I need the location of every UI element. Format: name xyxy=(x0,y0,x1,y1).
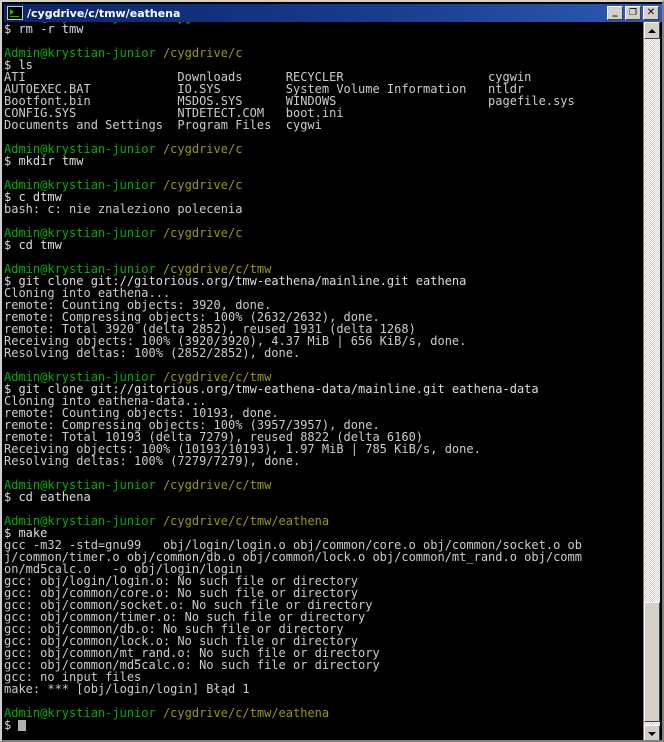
prompt-symbol: $ xyxy=(4,718,19,732)
command-text: cd eathena xyxy=(18,490,91,504)
output-text: Documents and Settings Program Files cyg… xyxy=(4,118,322,132)
prompt-userhost: Admin@krystian-junior xyxy=(4,706,156,720)
output-line: bash: c: nie znaleziono polecenia xyxy=(4,203,582,215)
output-line: Resolving deltas: 100% (7279/7279), done… xyxy=(4,455,582,467)
title-bar[interactable]: /cygdrive/c/tmw/eathena _ ❐ ✕ xyxy=(4,4,662,22)
prompt-path: /cygdrive/c xyxy=(162,178,243,192)
prompt-line: Admin@krystian-junior /cygdrive/c xyxy=(4,227,582,239)
prompt-path: /cygdrive/c xyxy=(162,226,243,240)
scrollbar-track[interactable] xyxy=(644,39,660,725)
prompt-path: /cygdrive/c/tmw/eathena xyxy=(162,514,330,528)
terminal-window: /cygdrive/c/tmw/eathena _ ❐ ✕ Admin@krys… xyxy=(0,0,664,742)
output-line: Resolving deltas: 100% (2852/2852), done… xyxy=(4,347,582,359)
scroll-down-button[interactable] xyxy=(644,725,660,740)
command-text: rm -r tmw xyxy=(18,22,84,36)
terminal-cursor xyxy=(18,720,27,731)
command-line: $ rm -r tmw xyxy=(4,23,582,35)
command-line: $ cd tmw xyxy=(4,239,582,251)
output-text: Resolving deltas: 100% (7279/7279), done… xyxy=(4,454,301,468)
scroll-up-icon xyxy=(648,28,656,33)
close-button[interactable]: ✕ xyxy=(643,6,659,20)
output-text: make: *** [obj/login/login] Błąd 1 xyxy=(4,682,250,696)
console-icon xyxy=(7,6,23,20)
prompt-path: /cygdrive/c/tmw/eathena xyxy=(162,706,330,720)
prompt-line: Admin@krystian-junior /cygdrive/c/tmw/ea… xyxy=(4,515,582,527)
command-line: $ xyxy=(4,719,582,731)
prompt-line: Admin@krystian-junior /cygdrive/c xyxy=(4,143,582,155)
prompt-line: Admin@krystian-junior /cygdrive/c/tmw/ea… xyxy=(4,707,582,719)
window-title: /cygdrive/c/tmw/eathena xyxy=(27,6,181,20)
output-line: make: *** [obj/login/login] Błąd 1 xyxy=(4,683,582,695)
output-line: Documents and Settings Program Files cyg… xyxy=(4,119,582,131)
prompt-path: /cygdrive/c/tmw xyxy=(162,478,272,492)
minimize-icon: _ xyxy=(612,6,618,17)
output-text: Resolving deltas: 100% (2852/2852), done… xyxy=(4,346,301,360)
close-icon: ✕ xyxy=(646,7,656,18)
minimize-button[interactable]: _ xyxy=(607,6,623,20)
scroll-down-icon xyxy=(648,731,656,736)
command-line: $ cd eathena xyxy=(4,491,582,503)
vertical-scrollbar[interactable] xyxy=(643,22,660,740)
command-line: $ mkdir tmw xyxy=(4,155,582,167)
command-text: cd tmw xyxy=(18,238,62,252)
terminal-output: Admin@krystian-junior /cygdrive/c$ rm -r… xyxy=(4,22,582,731)
output-text: bash: c: nie znaleziono polecenia xyxy=(4,202,243,216)
restore-icon: ❐ xyxy=(628,7,638,18)
prompt-line: Admin@krystian-junior /cygdrive/c xyxy=(4,47,582,59)
prompt-path: /cygdrive/c xyxy=(162,46,243,60)
terminal-screen[interactable]: Admin@krystian-junior /cygdrive/c$ rm -r… xyxy=(4,22,645,740)
window-controls: _ ❐ ✕ xyxy=(605,6,659,20)
prompt-path: /cygdrive/c xyxy=(162,142,243,156)
prompt-path: /cygdrive/c xyxy=(163,22,242,24)
command-text: mkdir tmw xyxy=(18,154,84,168)
scrollbar-thumb[interactable] xyxy=(644,602,660,722)
restore-button[interactable]: ❐ xyxy=(625,6,641,20)
scroll-up-button[interactable] xyxy=(644,22,660,39)
prompt-line: Admin@krystian-junior /cygdrive/c xyxy=(4,179,582,191)
